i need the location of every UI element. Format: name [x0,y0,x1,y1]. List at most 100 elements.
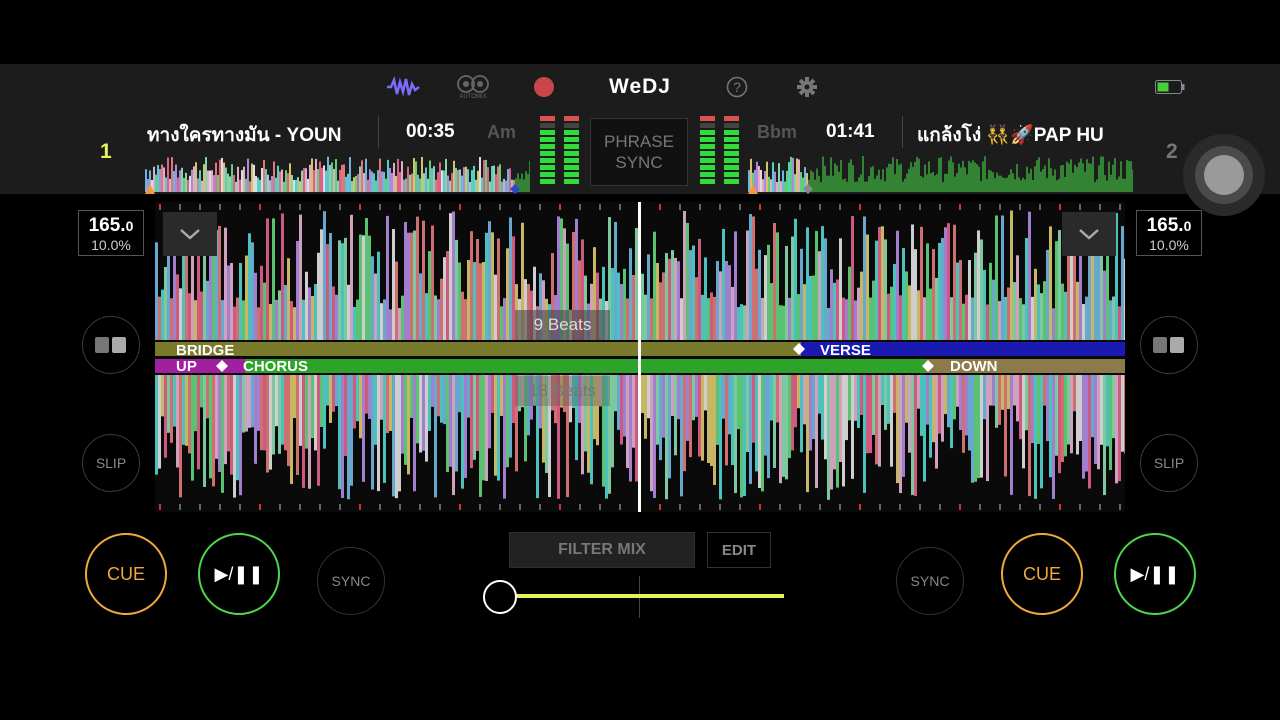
waveform-bar [185,375,188,446]
waveform-bar [794,218,797,340]
overview-bar [211,170,213,192]
beat-tick [779,504,781,510]
deck2-overview-waveform[interactable] [748,156,1133,194]
overview-bar [245,178,247,192]
deck1-track-title[interactable]: ทางใครทางมัน - YOUN [147,120,360,150]
deck2-sync-button[interactable]: SYNC [896,547,964,615]
overview-bar [876,175,878,192]
overview-bar [279,171,281,192]
beat-tick [679,204,681,210]
waveform-bar [1031,375,1034,444]
waveform-bar [881,226,884,340]
chevron-down-icon[interactable] [1062,212,1116,256]
waveform-bar [947,223,950,340]
waveform-bar [701,294,704,340]
overview-bar [349,157,351,192]
overview-bar [1032,179,1034,192]
assistive-touch-icon[interactable] [1183,134,1265,216]
overview-bar [1068,163,1070,192]
overview-bar [269,180,271,192]
overview-bar [495,174,497,192]
waveform-bar [911,375,914,496]
waveform-bar [680,375,683,497]
overview-bar [403,179,405,192]
edit-button[interactable]: EDIT [707,532,771,568]
overview-bar [391,173,393,192]
waveform-bar [1106,375,1109,447]
waveform-bar [491,232,494,340]
waveform-bar [392,229,395,340]
waveform-bar [956,262,959,340]
waveform-bar [278,290,281,340]
waveform-bar [641,273,644,340]
waveform-bar [197,375,200,470]
waveform-bar [245,255,248,340]
overview-bar [483,160,485,192]
waveform-bar [284,375,287,451]
waveform-bar [410,375,413,418]
segment-label: BRIDGE [176,342,235,359]
overview-bar [912,166,914,192]
help-icon[interactable]: ? [725,72,749,102]
deck2-track-title[interactable]: แกล้งโง่ 👯‍♂️🚀PAP HU [917,120,1133,150]
waveform-bar [899,375,902,494]
deck1-play-pause-button[interactable]: ▶/❚❚ [198,533,280,615]
svg-text:?: ? [733,79,741,95]
deck1-sync-button[interactable]: SYNC [317,547,385,615]
settings-icon[interactable] [795,72,819,102]
waveform-bar [455,239,458,340]
waveform-bar [287,375,290,467]
deck2-bpm-display[interactable]: 165.0 10.0% [1136,210,1202,256]
deck1-slip-button[interactable]: SLIP [82,434,140,492]
waveform-icon[interactable] [385,72,421,102]
overview-bar [1082,163,1084,192]
filter-mix-button[interactable]: FILTER MIX [509,532,695,568]
overview-bar [848,162,850,192]
overview-bar [958,163,960,192]
automix-icon[interactable]: AUTOMIX [453,72,493,102]
waveform-bar [692,375,695,421]
deck1-overview-waveform[interactable] [145,156,530,194]
deck1-cue-button[interactable]: CUE [85,533,167,615]
waveform-bar [470,231,473,340]
main-waveform[interactable] [155,202,1125,512]
split-view-icon[interactable] [82,316,140,374]
waveform-bar [1049,375,1052,478]
waveform-bar [845,375,848,441]
waveform-bar [380,375,383,420]
record-icon[interactable] [532,72,556,102]
overview-bar [974,162,976,192]
split-view-icon[interactable] [1140,316,1198,374]
overview-bar [347,173,349,192]
beat-tick [299,504,301,510]
overview-bar [413,158,415,192]
beat-tick [319,504,321,510]
overview-bar [191,169,193,192]
waveform-bar [671,375,674,416]
overview-bar [459,169,461,192]
deck2-play-pause-button[interactable]: ▶/❚❚ [1114,533,1196,615]
crossfader-track[interactable] [500,594,784,598]
deck1-level-meter-right [564,116,579,188]
phrase-sync-button[interactable]: PHRASE SYNC [590,118,688,186]
deck2-slip-button[interactable]: SLIP [1140,434,1198,492]
deck2-cue-button[interactable]: CUE [1001,533,1083,615]
waveform-bar [428,251,431,340]
waveform-bar [1019,375,1022,440]
waveform-bar [689,375,692,458]
waveform-bar [713,296,716,340]
overview-bar [373,173,375,192]
overview-bar [165,177,167,192]
overview-bar [367,179,369,192]
deck1-bpm-display[interactable]: 165.0 10.0% [78,210,144,256]
waveform-bar [884,375,887,430]
waveform-bar [710,375,713,466]
waveform-bar [503,298,506,340]
chevron-down-icon[interactable] [163,212,217,256]
crossfader-knob[interactable] [483,580,517,614]
overview-bar [505,180,507,192]
waveform-bar [992,279,995,340]
waveform-bar [1067,375,1070,445]
overview-bar [447,175,449,192]
waveform-bar [1016,375,1019,422]
